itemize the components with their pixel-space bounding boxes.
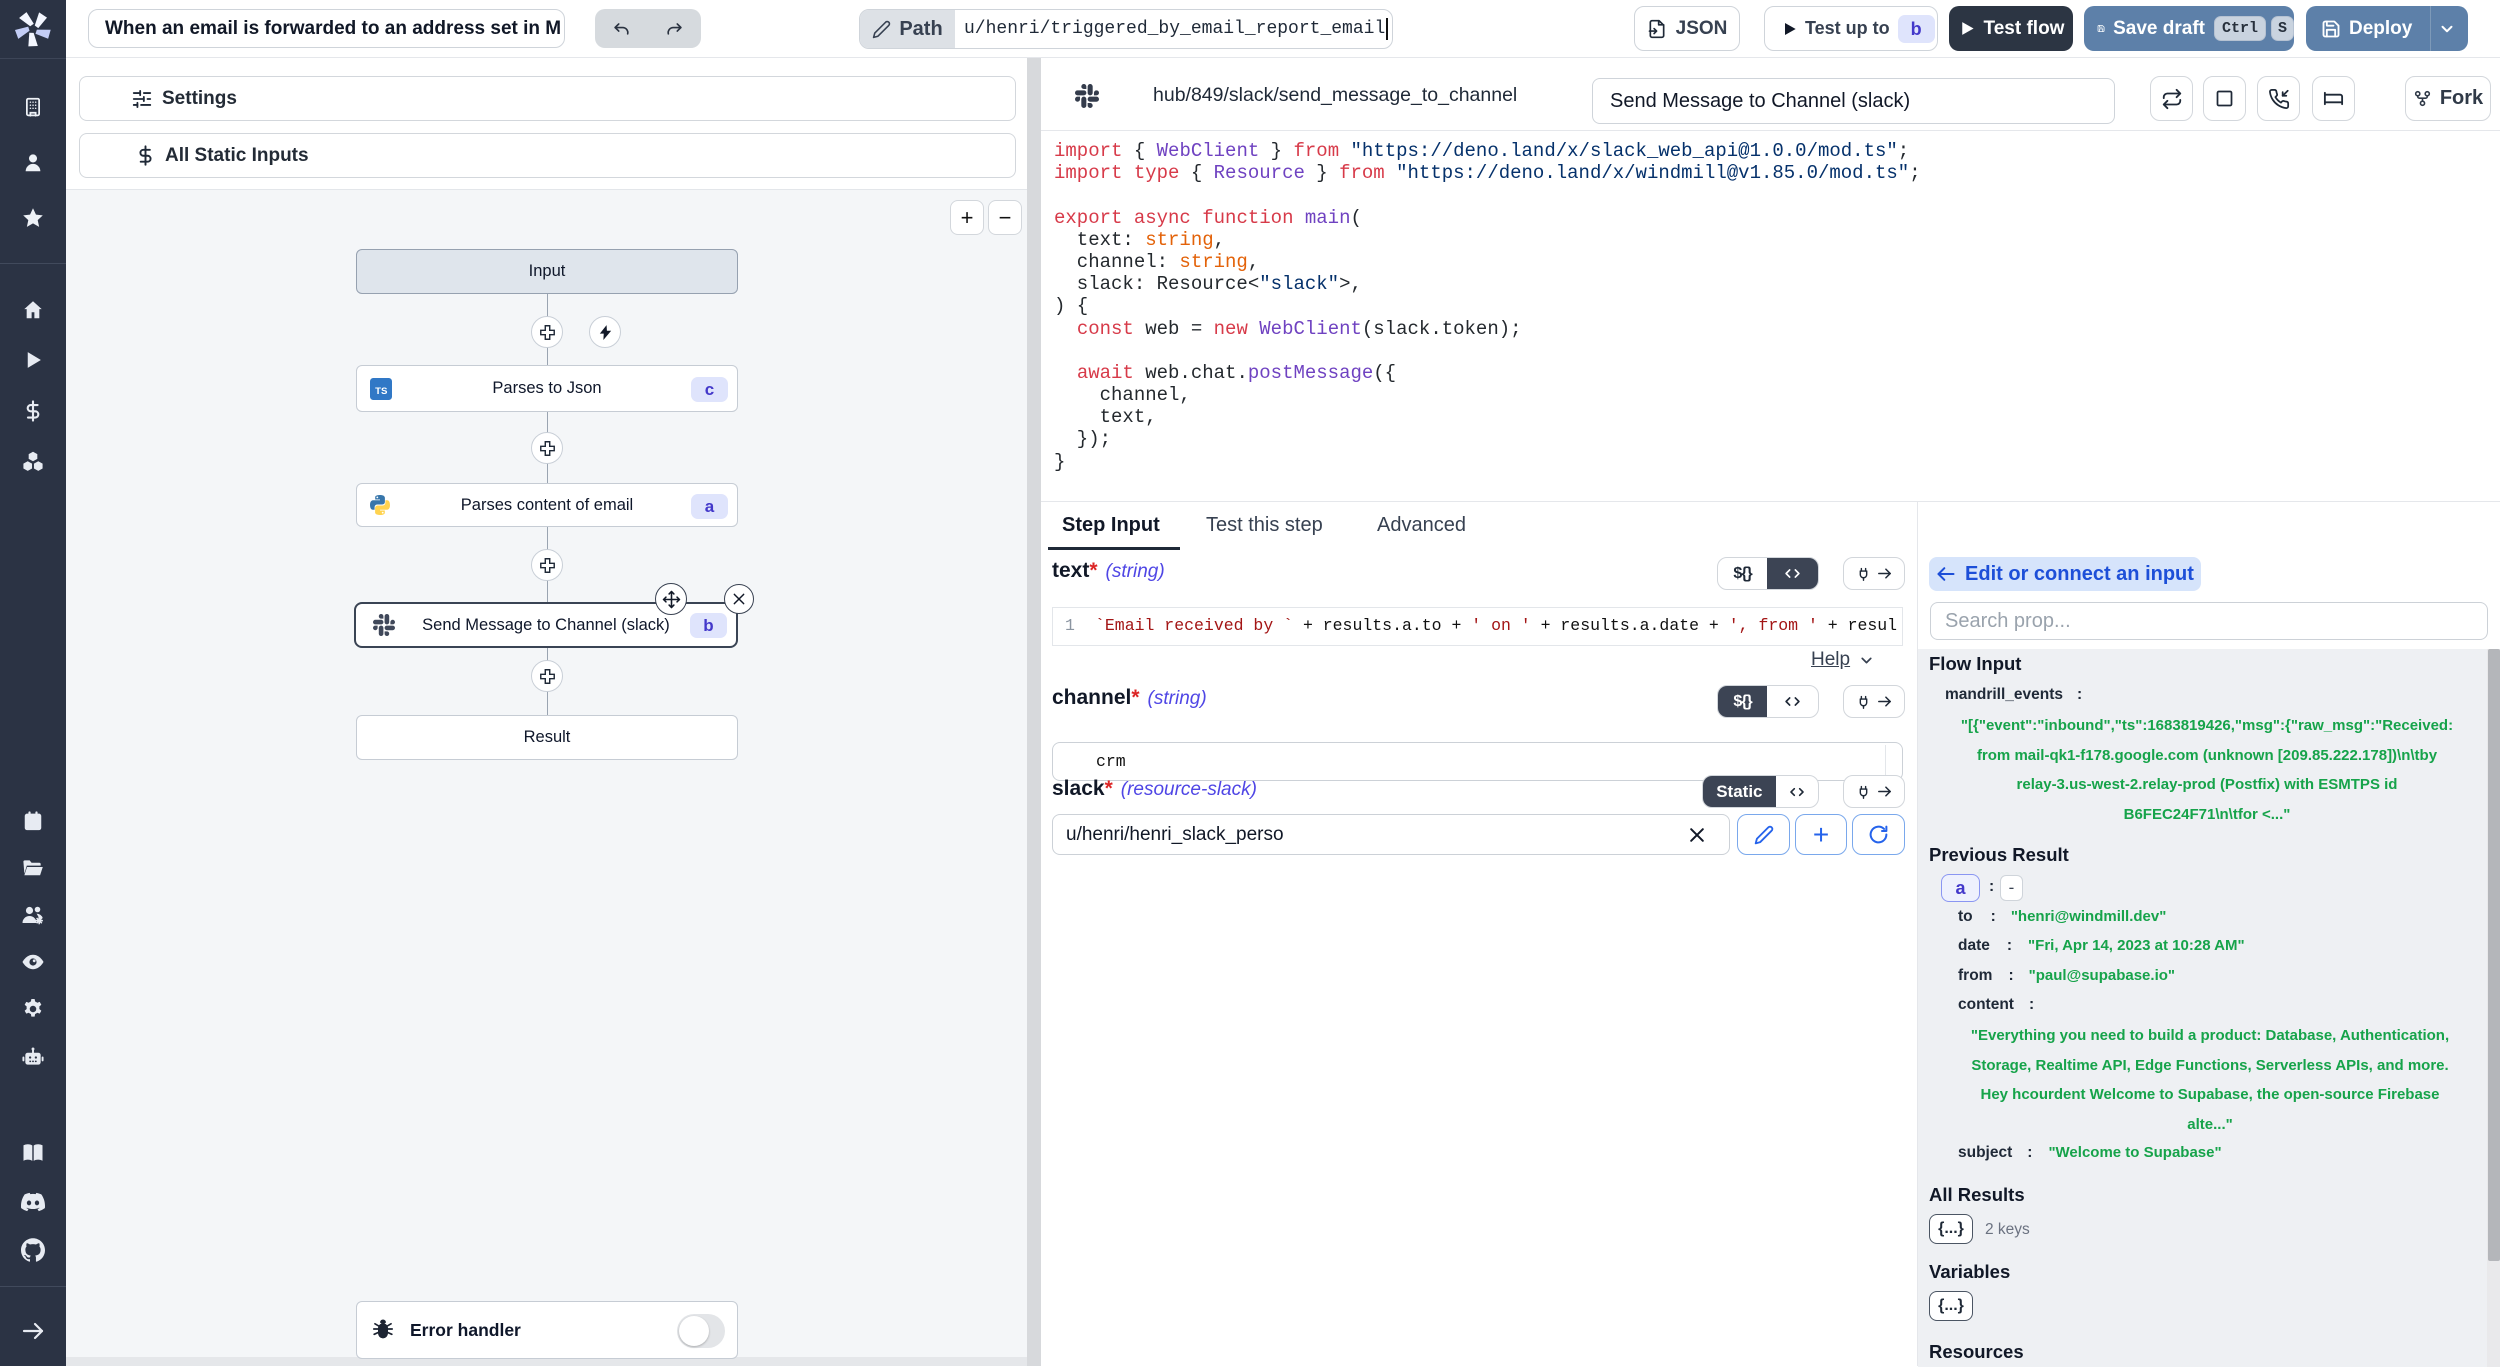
- svg-text:TS: TS: [375, 386, 388, 397]
